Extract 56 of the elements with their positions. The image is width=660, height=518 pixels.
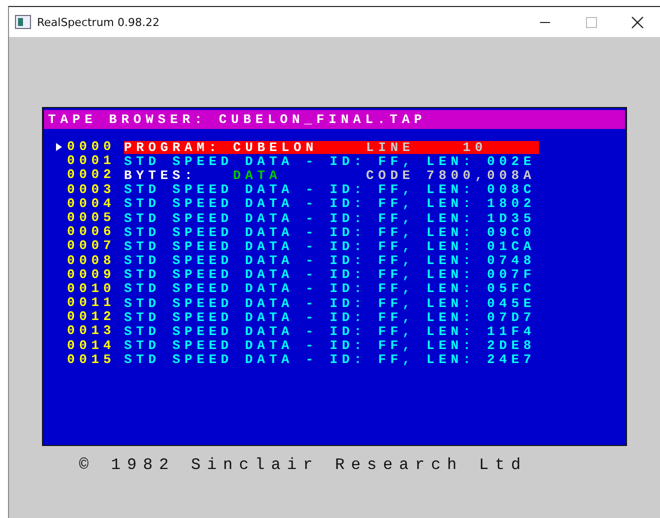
pointer-icon — [55, 142, 63, 152]
tape-block-row[interactable]: 0006 STD SPEED DATA - ID: FF, LEN: 09C0 — [55, 225, 626, 240]
copyright-text: © 1982 Sinclair Research Ltd — [79, 456, 528, 474]
block-number: 0003 — [67, 182, 116, 197]
block-description: STD SPEED DATA - ID: FF, LEN: 01CA — [124, 240, 536, 253]
block-number: 0015 — [67, 352, 116, 368]
tape-block-row[interactable]: 0007 STD SPEED DATA - ID: FF, LEN: 01CA — [55, 239, 626, 254]
tape-block-row[interactable]: 0013 STD SPEED DATA - ID: FF, LEN: 11F4 — [55, 324, 626, 339]
block-number: 0012 — [67, 310, 116, 324]
block-description: STD SPEED DATA - ID: FF, LEN: 11F4 — [124, 325, 536, 338]
block-description: STD SPEED DATA - ID: FF, LEN: 07D7 — [124, 310, 536, 324]
block-description: STD SPEED DATA - ID: FF, LEN: 2DE8 — [124, 339, 536, 352]
block-description: STD SPEED DATA - ID: FF, LEN: 1802 — [124, 197, 536, 210]
tape-browser-title: TAPE BROWSER: CUBELON_FINAL.TAP — [44, 110, 625, 129]
block-number: 0000 — [67, 140, 116, 154]
block-number: 0001 — [67, 154, 116, 168]
window-title: RealSpectrum 0.98.22 — [37, 16, 160, 28]
block-type: BYTES: — [124, 168, 198, 182]
block-info: CODE 7800,008A — [366, 168, 536, 182]
block-name: CUBELON — [233, 140, 318, 155]
block-number: 0007 — [67, 239, 116, 254]
block-number: 0013 — [67, 324, 116, 339]
tape-block-row[interactable]: 0002 BYTES: DATA CODE 7800,008A — [55, 168, 626, 183]
block-number: 0008 — [67, 254, 116, 268]
block-number: 0002 — [67, 168, 116, 183]
block-number: 0006 — [67, 225, 116, 240]
tape-block-row[interactable]: 0003 STD SPEED DATA - ID: FF, LEN: 008C — [55, 182, 626, 197]
block-name: DATA — [233, 168, 282, 183]
tape-block-row[interactable]: 0012 STD SPEED DATA - ID: FF, LEN: 07D7 — [55, 310, 626, 324]
block-number: 0014 — [67, 338, 116, 353]
block-type: PROGRAM: — [124, 140, 222, 154]
tape-block-row[interactable]: 0008 STD SPEED DATA - ID: FF, LEN: 0748 — [55, 254, 626, 268]
tape-block-row[interactable]: 0009 STD SPEED DATA - ID: FF, LEN: 007F — [55, 268, 626, 282]
block-description: STD SPEED DATA - ID: FF, LEN: 0748 — [124, 254, 536, 268]
tape-block-row[interactable]: 0010 STD SPEED DATA - ID: FF, LEN: 05FC — [55, 282, 626, 296]
block-number: 0004 — [67, 196, 116, 211]
tape-block-row[interactable]: 0015 STD SPEED DATA - ID: FF, LEN: 24E7 — [55, 352, 626, 367]
block-number: 0011 — [67, 296, 116, 310]
block-description: STD SPEED DATA - ID: FF, LEN: 24E7 — [124, 353, 536, 366]
block-description: STD SPEED DATA - ID: FF, LEN: 008C — [124, 183, 536, 196]
block-number: 0010 — [67, 282, 116, 296]
block-description: STD SPEED DATA - ID: FF, LEN: 1D35 — [124, 212, 536, 225]
tape-block-row[interactable]: 0005 STD SPEED DATA - ID: FF, LEN: 1D35 — [55, 210, 626, 226]
tape-block-row[interactable]: 0011 STD SPEED DATA - ID: FF, LEN: 045E — [55, 296, 626, 310]
tape-block-row[interactable]: 0001 STD SPEED DATA - ID: FF, LEN: 002E — [55, 154, 626, 168]
block-number: 0009 — [67, 268, 116, 282]
block-description: STD SPEED DATA - ID: FF, LEN: 09C0 — [124, 226, 536, 239]
block-description: STD SPEED DATA - ID: FF, LEN: 002E — [124, 154, 536, 168]
block-number: 0005 — [67, 210, 116, 226]
block-description: STD SPEED DATA - ID: FF, LEN: 007F — [124, 268, 536, 282]
block-info: LINE 10 — [366, 140, 488, 154]
block-description: STD SPEED DATA - ID: FF, LEN: 05FC — [124, 282, 536, 296]
block-description: STD SPEED DATA - ID: FF, LEN: 045E — [124, 296, 536, 310]
app-icon — [15, 15, 31, 29]
tape-block-row[interactable]: 0014 STD SPEED DATA - ID: FF, LEN: 2DE8 — [55, 338, 626, 353]
tape-block-row[interactable]: 0004 STD SPEED DATA - ID: FF, LEN: 1802 — [55, 196, 626, 211]
